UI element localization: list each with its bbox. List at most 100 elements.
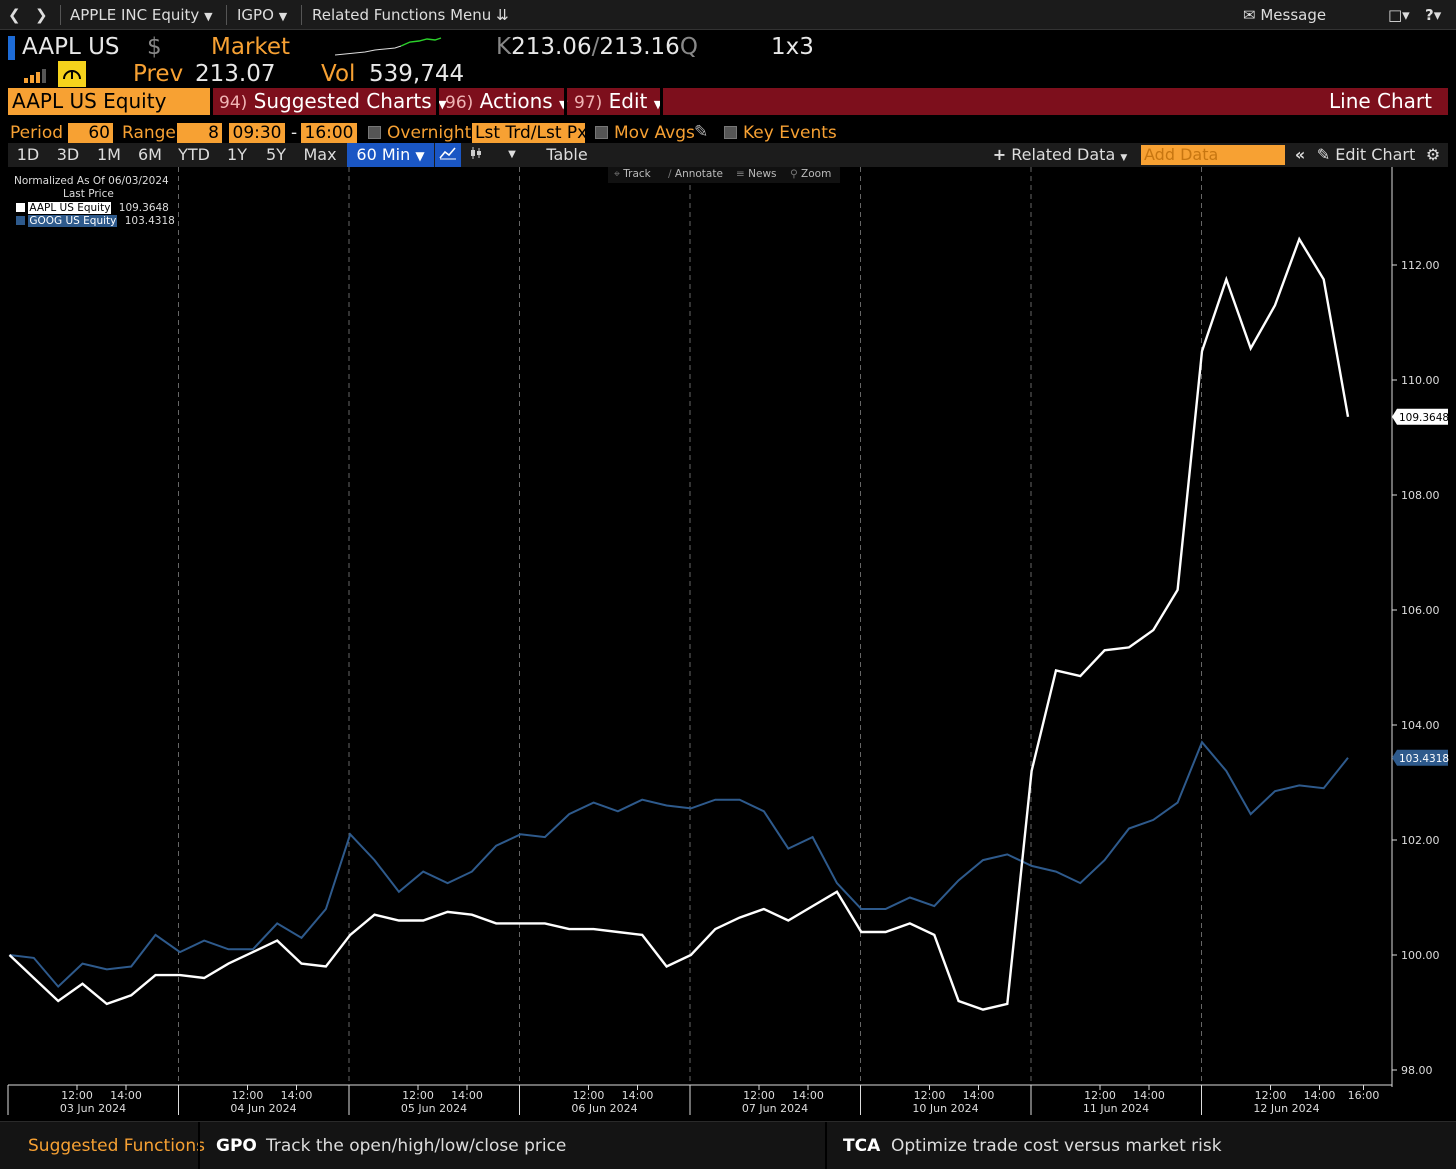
x-date-label: 06 Jun 2024 — [571, 1102, 637, 1115]
security-menu[interactable]: APPLE INC Equity ▼ — [70, 6, 213, 24]
related-functions-menu[interactable]: Related Functions Menu ⇊ — [312, 6, 509, 24]
suggested-charts-menu[interactable]: 94) Suggested Charts ▼ — [219, 88, 447, 115]
back-arrow-icon[interactable]: ❮ — [8, 6, 21, 24]
settings-gear-icon[interactable]: ⚙ — [1422, 143, 1444, 167]
range-button-3d[interactable]: 3D — [50, 143, 86, 167]
chart-style-dropdown-icon[interactable]: ▼ — [500, 143, 524, 167]
bid-price: 213.06 — [511, 34, 592, 60]
x-axis-ticks: 12:00 14:0003 Jun 202412:00 14:0004 Jun 20… — [7, 1085, 1379, 1115]
x-tick-label: 12:00 — [61, 1089, 93, 1102]
function-desc-gpo[interactable]: Track the open/high/low/close price — [266, 1136, 566, 1156]
track-tool[interactable]: ⌖ Track — [614, 168, 651, 181]
related-data-menu[interactable]: + Related Data ▼ — [992, 143, 1128, 167]
mov-avgs-checkbox[interactable] — [595, 126, 608, 139]
function-menu[interactable]: IGPO ▼ — [237, 6, 287, 24]
function-code-tca[interactable]: TCA — [843, 1136, 880, 1156]
dropdown-caret-icon: ▼ — [1120, 153, 1128, 163]
last-value-text: 103.4318 — [1399, 753, 1449, 765]
x-date-label: 05 Jun 2024 — [401, 1102, 467, 1115]
suggested-functions-bar: Suggested Functions GPO Track the open/h… — [0, 1121, 1456, 1169]
pencil-icon[interactable]: ✎ — [694, 122, 708, 142]
range-button-1m[interactable]: 1M — [90, 143, 128, 167]
chart-toolbar: 1D 3D 1M 6M YTD 1Y 5Y Max 60 Min ▼ ▼ Tab… — [8, 143, 1448, 167]
candlestick-icon[interactable] — [463, 143, 489, 167]
key-events-checkbox[interactable] — [724, 126, 737, 139]
edit-label: Edit — [608, 89, 648, 113]
actions-label: Actions — [479, 89, 553, 113]
function-desc-tca[interactable]: Optimize trade cost versus market risk — [891, 1136, 1222, 1156]
x-tick-label: 14:00 — [110, 1089, 142, 1102]
x-date-label: 04 Jun 2024 — [230, 1102, 296, 1115]
gauge-icon[interactable] — [58, 61, 86, 87]
news-icon: ≡ — [736, 168, 745, 180]
line-chart-icon[interactable] — [435, 143, 461, 167]
function-code-gpo[interactable]: GPO — [216, 1136, 257, 1156]
plus-icon: + — [992, 145, 1007, 164]
interval-select[interactable]: 60 Min ▼ — [347, 143, 434, 167]
add-data-input[interactable]: Add Data — [1141, 145, 1285, 165]
x-date-label: 11 Jun 2024 — [1083, 1102, 1149, 1115]
y-tick-label: 98.00 — [1401, 1064, 1433, 1077]
double-chevron-down-icon: ⇊ — [496, 6, 509, 24]
edit-chart-button[interactable]: ✎ Edit Chart — [1316, 143, 1416, 167]
range-button-1d[interactable]: 1D — [10, 143, 46, 167]
suggested-functions-label: Suggested Functions — [28, 1136, 205, 1156]
legend-name-goog: GOOG US Equity — [28, 215, 118, 227]
legend-item-aapl[interactable]: AAPL US Equity 109.3648 — [16, 202, 169, 214]
prev-label: Prev — [133, 61, 184, 87]
zoom-tool[interactable]: ⚲ Zoom — [790, 168, 831, 180]
overnight-checkbox[interactable] — [368, 126, 381, 139]
legend-subtitle: Last Price — [63, 188, 114, 200]
range-button-1y[interactable]: 1Y — [220, 143, 254, 167]
annotate-tool-label: Annotate — [674, 168, 723, 180]
x-tick-label: 14:00 — [1133, 1089, 1165, 1102]
range-button-ytd[interactable]: YTD — [172, 143, 216, 167]
range-button-5y[interactable]: 5Y — [258, 143, 294, 167]
track-tool-label: Track — [623, 168, 651, 180]
range-button-max[interactable]: Max — [298, 143, 342, 167]
actions-menu[interactable]: 96) Actions ▼ — [445, 88, 568, 115]
edit-chart-label: Edit Chart — [1335, 145, 1416, 164]
y-tick-label: 104.00 — [1401, 719, 1440, 732]
x-tick-label: 12:00 — [743, 1089, 775, 1102]
mov-avgs-label: Mov Avgs — [614, 123, 695, 143]
forward-arrow-icon[interactable]: ❯ — [35, 6, 48, 24]
security-color-marker — [8, 36, 15, 60]
period-input[interactable]: 60 — [68, 123, 113, 143]
currency: $ — [147, 34, 162, 60]
price-field-select[interactable]: Lst Trd/Lst Px — [472, 123, 585, 143]
collapse-double-chevron-icon[interactable]: « — [1290, 143, 1310, 167]
window-options-icon[interactable]: □▾ — [1388, 6, 1410, 24]
key-events-label: Key Events — [743, 123, 837, 143]
x-date-label: 12 Jun 2024 — [1253, 1102, 1319, 1115]
x-tick-label: 14:00 — [963, 1089, 995, 1102]
edit-menu[interactable]: 97) Edit ▼ — [574, 88, 662, 115]
line-chart[interactable]: 98.00 100.00 102.00 104.00 106.00 108.00 110.0… — [0, 167, 1456, 1117]
range-label: Range — [122, 123, 176, 143]
legend-value-aapl: 109.3648 — [118, 202, 169, 214]
series-line-goog — [9, 740, 1349, 989]
magnifier-icon: ⚲ — [790, 168, 798, 180]
news-tool[interactable]: ≡ News — [736, 168, 777, 180]
range-button-6m[interactable]: 6M — [132, 143, 168, 167]
x-tick-label: 12:00 — [1255, 1089, 1287, 1102]
help-icon[interactable]: ?▾ — [1425, 6, 1441, 24]
x-tick-label: 14:00 — [622, 1089, 654, 1102]
message-button[interactable]: ✉ Message — [1243, 6, 1326, 24]
chart-legend: Normalized As Of 06/03/2024 Last Price A… — [10, 172, 175, 230]
y-tick-label: 100.00 — [1401, 949, 1440, 962]
security-field[interactable]: AAPL US Equity — [8, 88, 210, 115]
legend-item-goog[interactable]: GOOG US Equity 103.4318 — [16, 215, 175, 227]
dropdown-caret-icon: ▼ — [415, 149, 425, 163]
range-input[interactable]: 8 — [177, 123, 222, 143]
suggested-charts-label: Suggested Charts — [253, 89, 432, 113]
y-tick-label: 108.00 — [1401, 489, 1440, 502]
annotate-tool[interactable]: ∕ Annotate — [668, 168, 723, 180]
sparkline-icon — [335, 37, 442, 56]
series-lines — [8, 236, 1350, 1011]
table-button[interactable]: Table — [533, 143, 601, 167]
market-label: Market — [211, 34, 291, 60]
start-time-input[interactable]: 09:30 — [229, 123, 285, 143]
end-time-input[interactable]: 16:00 — [301, 123, 357, 143]
zoom-tool-label: Zoom — [801, 168, 832, 180]
